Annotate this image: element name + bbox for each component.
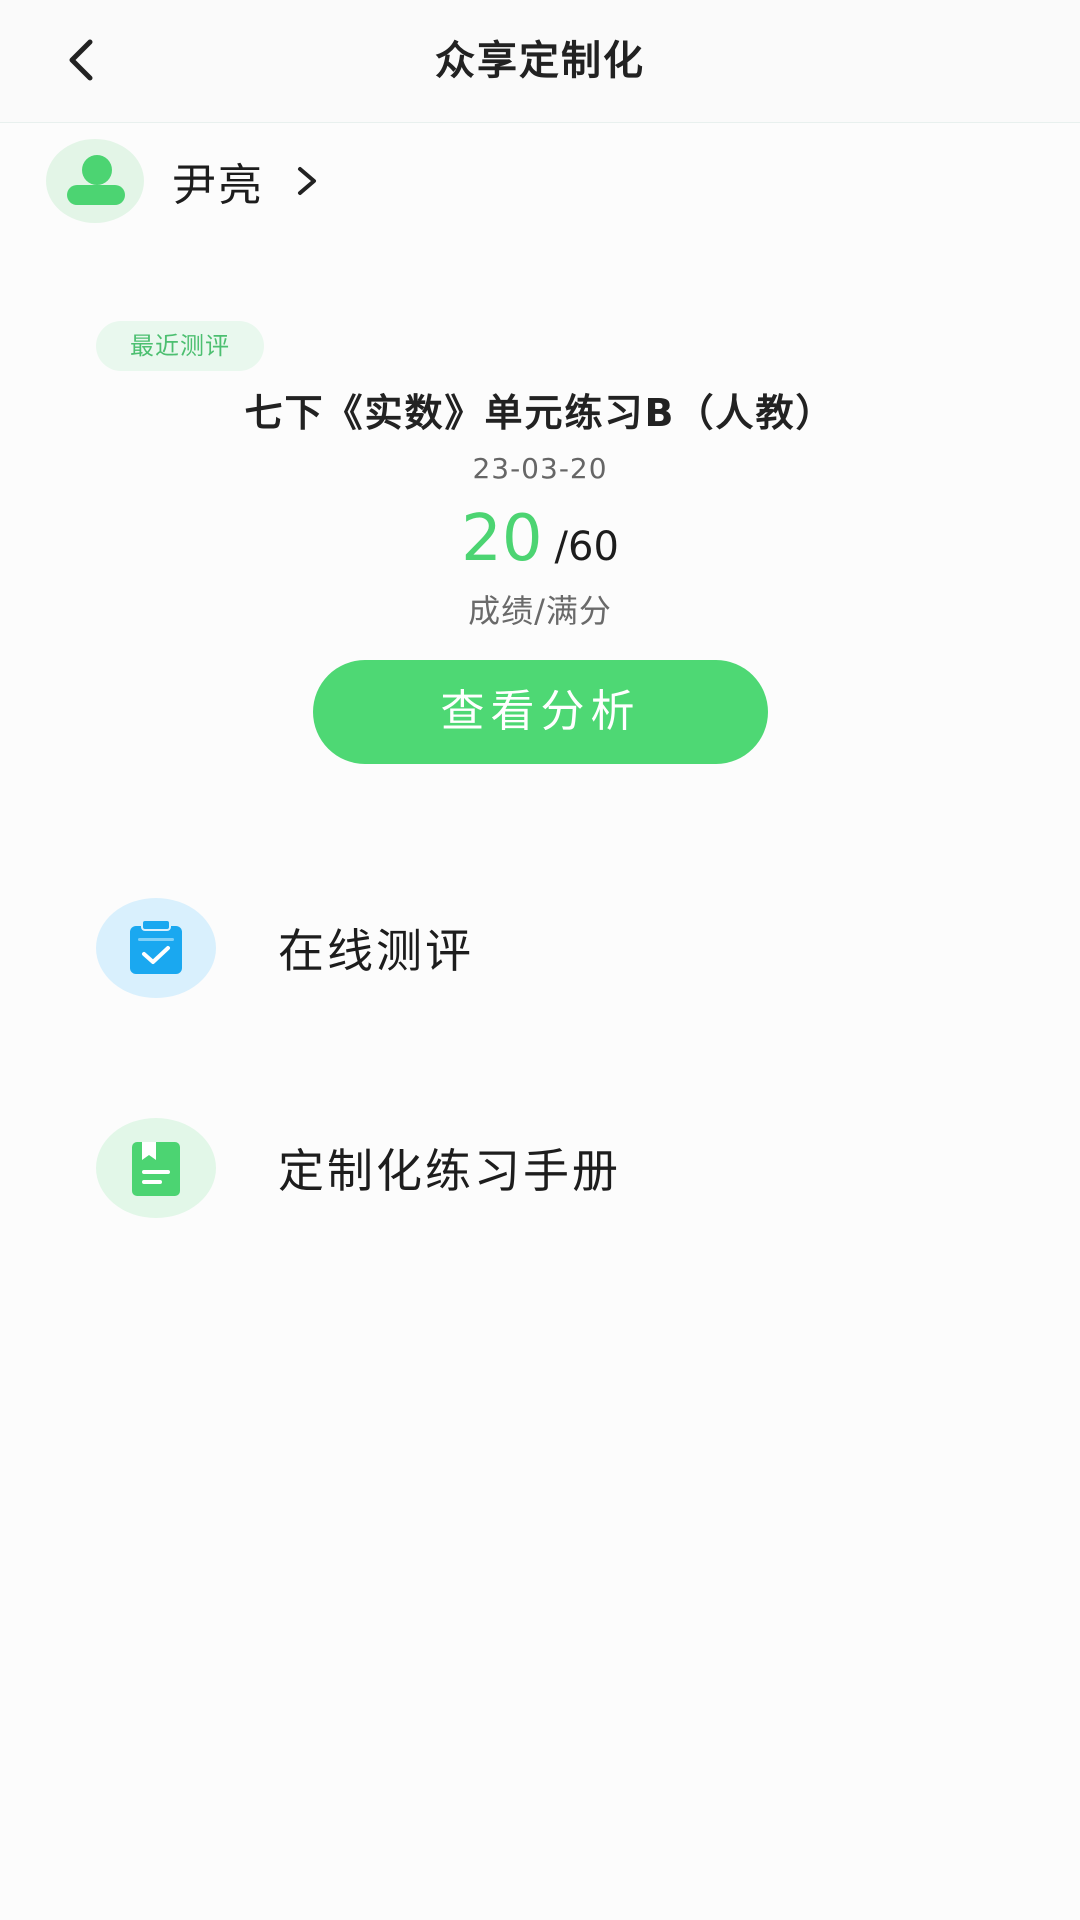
view-analysis-button[interactable]: 查看分析 — [313, 660, 768, 764]
score-caption: 成绩/满分 — [468, 592, 612, 630]
score-value: 20 — [461, 502, 543, 576]
avatar — [46, 139, 144, 223]
exam-date: 23-03-20 — [472, 452, 608, 485]
user-icon-body — [67, 185, 125, 205]
user-name: 尹亮 — [172, 160, 264, 211]
user-profile-row[interactable]: 尹亮 — [46, 138, 320, 224]
clipboard-check-icon — [130, 919, 182, 974]
menu-item-online-evaluation[interactable]: 在线测评 — [96, 898, 474, 998]
menu-icon-badge — [96, 898, 216, 998]
page: 众享定制化 尹亮 最近测评 七下《实数》单元练习B（人教） 23-03-20 2… — [0, 0, 1080, 1920]
top-bar: 众享定制化 — [0, 0, 1080, 123]
page-title: 众享定制化 — [435, 38, 645, 84]
exam-title: 七下《实数》单元练习B（人教） — [244, 391, 836, 435]
user-icon — [82, 155, 112, 185]
menu-item-custom-workbook[interactable]: 定制化练习手册 — [96, 1118, 621, 1218]
bookmark-book-icon — [132, 1142, 180, 1196]
menu-label: 在线测评 — [278, 924, 474, 978]
score-total: /60 — [554, 524, 619, 570]
recent-badge: 最近测评 — [96, 321, 264, 371]
chevron-right-icon — [294, 163, 320, 199]
menu-label: 定制化练习手册 — [278, 1144, 621, 1198]
menu-icon-badge — [96, 1118, 216, 1218]
score-line: 20/60 — [0, 502, 1080, 582]
